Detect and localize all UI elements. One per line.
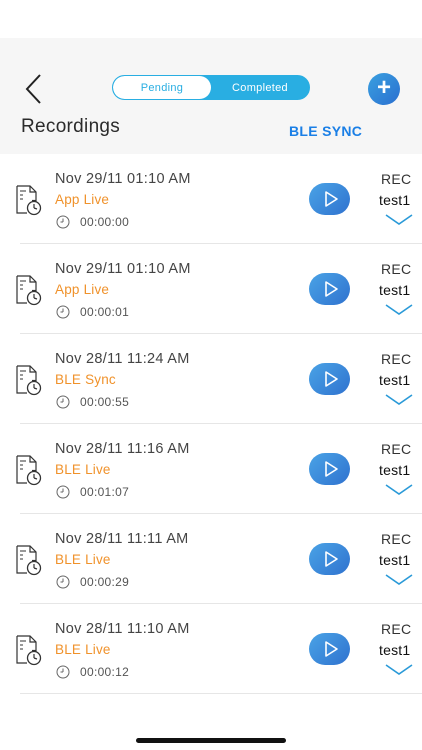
recordings-list: Nov 29/11 01:10 AM App Live 00:00:00 REC… <box>0 154 422 694</box>
page-title: Recordings <box>21 116 121 137</box>
recording-source: BLE Live <box>55 552 111 567</box>
file-timer-icon <box>16 545 42 576</box>
recording-source: BLE Sync <box>55 372 116 387</box>
add-recording-button[interactable]: + <box>368 73 400 105</box>
play-icon <box>324 371 338 387</box>
header: Pending Completed + Recordings BLE SYNC <box>0 38 422 154</box>
recording-source: App Live <box>55 282 110 297</box>
chevron-down-icon[interactable] <box>384 660 414 678</box>
recording-duration: 00:00:01 <box>80 305 130 319</box>
recording-name: test1 <box>379 462 411 478</box>
tab-completed[interactable]: Completed <box>211 76 309 99</box>
play-button[interactable] <box>309 273 350 305</box>
clock-icon <box>56 305 70 319</box>
back-button[interactable] <box>20 71 48 107</box>
recording-name: test1 <box>379 372 411 388</box>
list-item[interactable]: Nov 29/11 01:10 AM App Live 00:00:00 REC… <box>16 154 422 244</box>
list-item[interactable]: Nov 29/11 01:10 AM App Live 00:00:01 REC… <box>16 244 422 334</box>
recording-source: App Live <box>55 192 110 207</box>
chevron-down-icon[interactable] <box>384 300 414 318</box>
list-item[interactable]: Nov 28/11 11:11 AM BLE Live 00:00:29 REC… <box>16 514 422 604</box>
chevron-down-icon[interactable] <box>384 390 414 408</box>
chevron-down-icon[interactable] <box>384 480 414 498</box>
recording-name: test1 <box>379 552 411 568</box>
file-timer-icon <box>16 635 42 666</box>
clock-icon <box>56 215 70 229</box>
play-button[interactable] <box>309 543 350 575</box>
status-segmented-control: Pending Completed <box>112 75 310 100</box>
file-timer-icon <box>16 185 42 216</box>
ble-sync-button[interactable]: BLE SYNC <box>289 123 362 139</box>
recording-name: test1 <box>379 192 411 208</box>
recording-date: Nov 28/11 11:11 AM <box>55 531 189 547</box>
recording-name: test1 <box>379 642 411 658</box>
clock-icon <box>56 665 70 679</box>
recording-tag: REC <box>381 621 412 637</box>
play-button[interactable] <box>309 363 350 395</box>
play-icon <box>324 281 338 297</box>
play-button[interactable] <box>309 183 350 215</box>
play-icon <box>324 461 338 477</box>
recording-source: BLE Live <box>55 642 111 657</box>
tab-pending[interactable]: Pending <box>113 76 211 99</box>
play-button[interactable] <box>309 633 350 665</box>
clock-icon <box>56 395 70 409</box>
list-item[interactable]: Nov 28/11 11:24 AM BLE Sync 00:00:55 REC… <box>16 334 422 424</box>
file-timer-icon <box>16 365 42 396</box>
plus-icon: + <box>376 74 391 101</box>
recording-date: Nov 29/11 01:10 AM <box>55 171 191 187</box>
recording-date: Nov 28/11 11:24 AM <box>55 351 190 367</box>
recording-tag: REC <box>381 261 412 277</box>
file-timer-icon <box>16 275 42 306</box>
play-icon <box>324 641 338 657</box>
recording-date: Nov 28/11 11:10 AM <box>55 621 190 637</box>
clock-icon <box>56 485 70 499</box>
recording-duration: 00:00:12 <box>80 665 130 679</box>
clock-icon <box>56 575 70 589</box>
chevron-down-icon[interactable] <box>384 570 414 588</box>
recording-date: Nov 29/11 01:10 AM <box>55 261 191 277</box>
recording-tag: REC <box>381 351 412 367</box>
recording-date: Nov 28/11 11:16 AM <box>55 441 190 457</box>
status-bar <box>0 0 422 38</box>
recording-duration: 00:00:55 <box>80 395 130 409</box>
home-indicator <box>136 738 286 743</box>
file-timer-icon <box>16 455 42 486</box>
play-icon <box>324 551 338 567</box>
recording-duration: 00:00:00 <box>80 215 130 229</box>
recording-tag: REC <box>381 531 412 547</box>
recording-tag: REC <box>381 441 412 457</box>
list-item[interactable]: Nov 28/11 11:10 AM BLE Live 00:00:12 REC… <box>16 604 422 694</box>
back-chevron-icon <box>25 74 41 104</box>
recording-duration: 00:00:29 <box>80 575 130 589</box>
recording-duration: 00:01:07 <box>80 485 130 499</box>
list-item[interactable]: Nov 28/11 11:16 AM BLE Live 00:01:07 REC… <box>16 424 422 514</box>
play-icon <box>324 191 338 207</box>
recording-name: test1 <box>379 282 411 298</box>
recording-tag: REC <box>381 171 412 187</box>
recording-source: BLE Live <box>55 462 111 477</box>
play-button[interactable] <box>309 453 350 485</box>
chevron-down-icon[interactable] <box>384 210 414 228</box>
